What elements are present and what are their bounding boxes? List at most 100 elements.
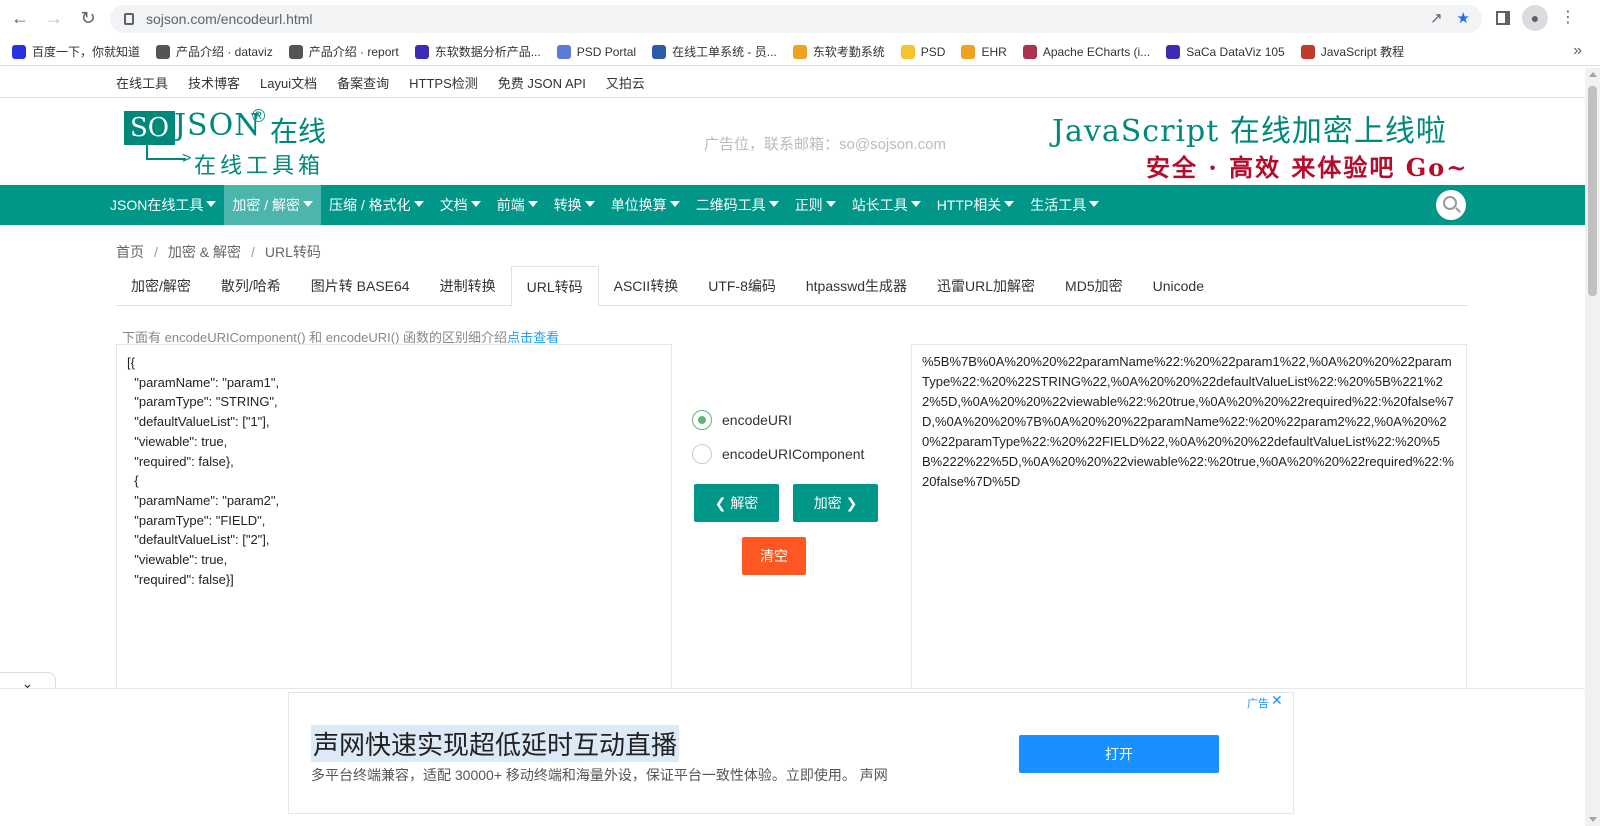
radio-dot xyxy=(692,410,712,430)
bookmark-item[interactable]: Apache ECharts (i... xyxy=(1022,44,1150,59)
site-logo[interactable]: SO JSON ® 在线 > 在线工具箱 xyxy=(124,106,334,179)
nav-item[interactable]: 文档 xyxy=(432,185,489,225)
breadcrumb-item[interactable]: 加密 & 解密 xyxy=(168,244,241,260)
bookmark-icon xyxy=(288,44,303,59)
bookmark-item[interactable]: 在线工单系统 - 员... xyxy=(652,43,777,60)
breadcrumb-item[interactable]: 首页 xyxy=(116,244,144,260)
chevron-right-icon: ❯ xyxy=(845,495,858,511)
top-link[interactable]: 免费 JSON API xyxy=(498,73,586,92)
scroll-down-icon[interactable] xyxy=(1589,817,1597,822)
nav-item[interactable]: 生活工具 xyxy=(1022,185,1107,225)
top-link[interactable]: 技术博客 xyxy=(188,73,240,92)
caret-down-icon xyxy=(584,201,595,208)
top-link[interactable]: Layui文档 xyxy=(260,73,317,92)
clear-button[interactable]: 清空 xyxy=(742,537,806,575)
top-links: 在线工具 技术博客 Layui文档 备案查询 HTTPS检测 免费 JSON API 又拍云 xyxy=(0,68,1585,98)
page: 在线工具 技术博客 Layui文档 备案查询 HTTPS检测 免费 JSON API 又拍云… xyxy=(0,68,1585,826)
caret-down-icon xyxy=(413,201,424,208)
profile-avatar[interactable]: ● xyxy=(1522,5,1548,31)
lock-icon xyxy=(124,13,134,25)
nav-item[interactable]: 前端 xyxy=(489,185,546,225)
tab-item[interactable]: MD5加密 xyxy=(1050,266,1138,306)
top-link[interactable]: 又拍云 xyxy=(606,73,645,92)
tab-item[interactable]: 迅雷URL加解密 xyxy=(922,266,1050,306)
promo-subtitle[interactable]: 安全 · 高效 来体验吧 Go~ xyxy=(1146,148,1468,183)
back-icon[interactable]: ← xyxy=(6,4,34,32)
radio-encodeuricomponent[interactable]: encodeURIComponent xyxy=(692,444,864,464)
promo-title[interactable]: JavaScript 在线加密上线啦 xyxy=(1052,106,1447,150)
scrollbar-thumb[interactable] xyxy=(1588,86,1597,296)
bookmark-item[interactable]: 产品介绍 · dataviz xyxy=(156,43,273,60)
bookmark-item[interactable]: 东软数据分析产品... xyxy=(414,43,541,60)
nav-item[interactable]: 单位换算 xyxy=(603,185,688,225)
address-bar[interactable]: sojson.com/encodeurl.html ↗ ★ xyxy=(110,5,1482,33)
bookmarks-bar: 百度一下，你就知道 产品介绍 · dataviz 产品介绍 · report 东软数据… xyxy=(0,38,1600,66)
top-link[interactable]: 备案查询 xyxy=(337,73,389,92)
tab-item[interactable]: 图片转 BASE64 xyxy=(296,266,425,306)
breadcrumb: 首页 / 加密 & 解密 / URL转码 xyxy=(116,244,321,260)
caret-down-icon xyxy=(825,201,836,208)
ad-box[interactable]: 声网快速实现超低延时互动直播 多平台终端兼容，适配 30000+ 移动终端和海量… xyxy=(288,692,1294,814)
tool-tabs: 加密/解密 散列/哈希 图片转 BASE64 进制转换 URL转码 ASCII转换 UTF-… xyxy=(116,266,1468,307)
nav-item[interactable]: 转换 xyxy=(546,185,603,225)
bookmark-icon xyxy=(1166,44,1181,59)
page-scrollbar[interactable] xyxy=(1585,68,1600,826)
output-textarea[interactable]: %5B%7B%0A%20%20%22paramName%22:%20%22par… xyxy=(911,344,1467,692)
side-panel-icon[interactable] xyxy=(1496,11,1510,25)
url-text: sojson.com/encodeurl.html xyxy=(146,11,313,27)
caret-down-icon xyxy=(669,201,680,208)
ad-open-button[interactable]: 打开 xyxy=(1019,735,1219,773)
bookmark-item[interactable]: PSD Portal xyxy=(556,44,636,59)
nav-item[interactable]: 正则 xyxy=(787,185,844,225)
nav-item[interactable]: JSON在线工具 xyxy=(102,185,224,225)
menu-icon[interactable]: ⋮ xyxy=(1560,10,1576,26)
ad-placeholder-text[interactable]: 广告位，联系邮箱：so@sojson.com xyxy=(704,133,946,154)
ad-label: 广告 xyxy=(1247,698,1269,710)
bookmarks-overflow-icon[interactable]: » xyxy=(1573,42,1582,60)
site-header: SO JSON ® 在线 > 在线工具箱 广告位，联系邮箱：so@sojson.… xyxy=(0,98,1585,185)
bookmark-item[interactable]: EHR xyxy=(961,44,1007,59)
tab-item[interactable]: Unicode xyxy=(1138,266,1219,306)
reload-icon[interactable]: ↻ xyxy=(74,4,102,32)
tab-item[interactable]: ASCII转换 xyxy=(599,266,694,306)
close-icon[interactable]: ✕ xyxy=(1271,692,1283,709)
caret-down-icon xyxy=(527,201,538,208)
search-button[interactable] xyxy=(1436,190,1466,220)
tab-item[interactable]: UTF-8编码 xyxy=(693,266,791,306)
caret-down-icon xyxy=(206,201,217,208)
tab-item[interactable]: 加密/解密 xyxy=(116,266,206,306)
caret-down-icon xyxy=(768,201,779,208)
bookmark-item[interactable]: JavaScript 教程 xyxy=(1300,43,1404,60)
browser-toolbar: ← → ↻ sojson.com/encodeurl.html ↗ ★ ● ⋮ xyxy=(0,0,1600,36)
tab-item[interactable]: URL转码 xyxy=(510,266,599,307)
ad-title[interactable]: 声网快速实现超低延时互动直播 xyxy=(311,725,680,762)
nav-item[interactable]: 压缩 / 格式化 xyxy=(321,185,432,225)
bookmark-item[interactable]: SaCa DataViz 105 xyxy=(1166,44,1285,59)
nav-item[interactable]: HTTP相关 xyxy=(929,185,1023,225)
nav-item[interactable]: 二维码工具 xyxy=(688,185,787,225)
nav-item[interactable]: 站长工具 xyxy=(844,185,929,225)
bookmark-item[interactable]: PSD xyxy=(900,44,945,59)
decode-button[interactable]: ❮ 解密 xyxy=(694,484,779,522)
forward-icon[interactable]: → xyxy=(40,4,68,32)
tab-item[interactable]: htpasswd生成器 xyxy=(791,266,922,306)
encode-button[interactable]: 加密 ❯ xyxy=(793,484,878,522)
hint-link[interactable]: 点击查看 xyxy=(507,330,559,345)
tab-item[interactable]: 进制转换 xyxy=(425,266,511,306)
nav-item[interactable]: 加密 / 解密 xyxy=(224,185,322,225)
breadcrumb-item: URL转码 xyxy=(264,244,321,260)
top-link[interactable]: HTTPS检测 xyxy=(409,73,478,92)
star-icon[interactable]: ★ xyxy=(1457,9,1470,27)
bookmark-item[interactable]: 百度一下，你就知道 xyxy=(12,43,140,60)
input-textarea[interactable]: [{ "paramName": "param1", "paramType": "… xyxy=(116,344,672,692)
share-icon[interactable]: ↗ xyxy=(1430,9,1443,27)
tab-item[interactable]: 散列/哈希 xyxy=(206,266,296,306)
caret-down-icon xyxy=(910,201,921,208)
bookmark-item[interactable]: 产品介绍 · report xyxy=(288,43,399,60)
ad-banner: 声网快速实现超低延时互动直播 多平台终端兼容，适配 30000+ 移动终端和海量… xyxy=(0,688,1585,826)
radio-encodeuri[interactable]: encodeURI xyxy=(692,410,792,430)
bookmark-icon xyxy=(900,44,915,59)
bookmark-item[interactable]: 东软考勤系统 xyxy=(792,43,885,60)
top-link[interactable]: 在线工具 xyxy=(116,73,168,92)
scroll-up-icon[interactable] xyxy=(1589,72,1597,77)
